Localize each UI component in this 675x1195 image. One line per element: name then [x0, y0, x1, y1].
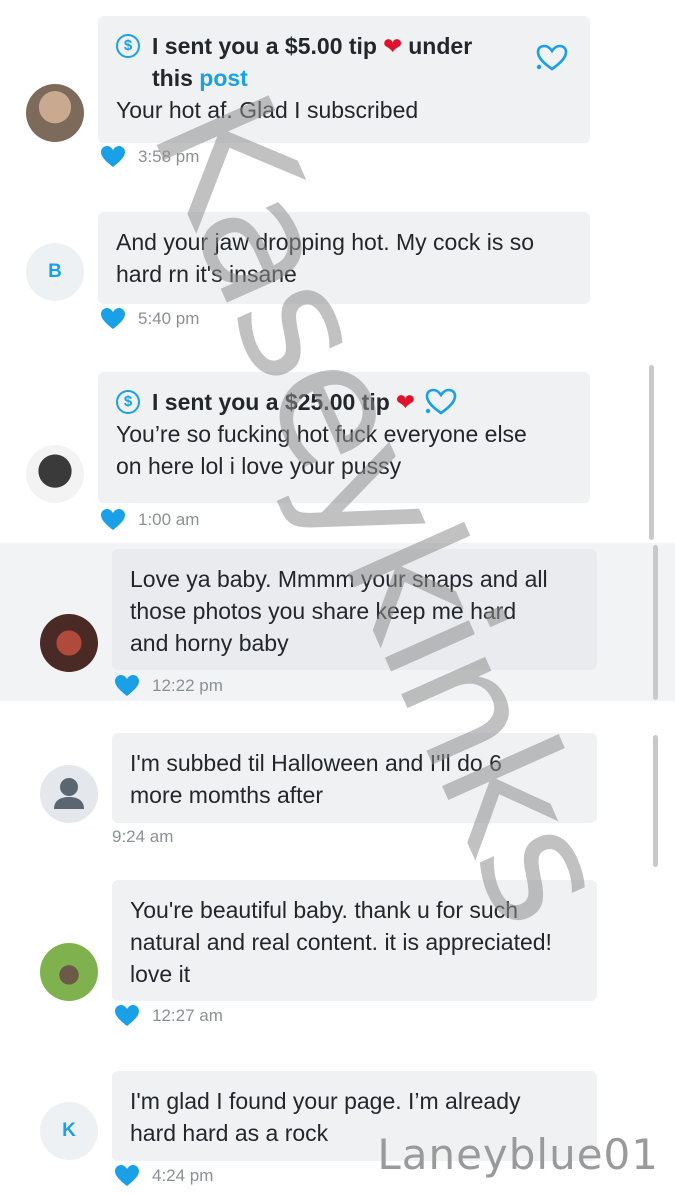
time-row: 12:27 am [114, 1004, 223, 1028]
blue-heart-icon[interactable] [100, 145, 126, 169]
blue-heart-icon[interactable] [114, 1164, 140, 1188]
message-text-line: You’re so fucking hot fuck everyone else [116, 421, 527, 447]
blue-heart-icon[interactable] [114, 674, 140, 698]
message-text-line: on here lol i love your pussy [116, 453, 402, 479]
message-bubble: $ I sent you a $5.00 tip ❤ under this post… [98, 16, 590, 143]
message-time: 12:22 pm [152, 676, 223, 695]
message-time: 9:24 am [112, 827, 174, 846]
scrollbar[interactable] [653, 735, 658, 867]
dollar-icon: $ [116, 390, 140, 414]
message-text-line: more momths after [130, 782, 323, 808]
message-bubble: I'm subbed til Halloween and I'll do 6 m… [112, 733, 597, 823]
time-row: 5:40 pm [100, 307, 199, 331]
message-text-line: Love ya baby. Mmmm your snaps and all [130, 566, 548, 592]
tip-text-line2: this [152, 65, 193, 91]
dollar-icon: $ [116, 34, 140, 58]
message-time: 4:24 pm [152, 1166, 214, 1185]
message-text-line: I'm subbed til Halloween and I'll do 6 [130, 750, 502, 776]
avatar[interactable] [26, 84, 84, 142]
like-outline-icon[interactable] [425, 388, 457, 416]
message-text-line: love it [130, 961, 191, 987]
default-avatar-icon [54, 778, 84, 809]
message-bubble: And your jaw dropping hot. My cock is so… [98, 212, 590, 304]
message-text-line: You're beautiful baby. thank u for such [130, 897, 518, 923]
avatar[interactable] [40, 765, 98, 823]
message-text: Your hot af. Glad I subscribed [116, 97, 419, 123]
message-time: 12:27 am [152, 1006, 223, 1025]
blue-heart-icon[interactable] [114, 1004, 140, 1028]
avatar[interactable] [26, 445, 84, 503]
signature: Laneyblue01 [377, 1130, 659, 1179]
message-text-line: I'm glad I found your page. I’m already [130, 1088, 521, 1114]
message-text-line: and horny baby [130, 630, 289, 656]
scrollbar[interactable] [653, 545, 658, 700]
message-bubble: Love ya baby. Mmmm your snaps and all th… [112, 549, 597, 670]
blue-heart-icon[interactable] [100, 508, 126, 532]
message-time: 1:00 am [138, 510, 200, 529]
red-heart-icon: ❤ [395, 389, 416, 415]
message-text-line: natural and real content. it is apprecia… [130, 929, 552, 955]
avatar[interactable]: K [40, 1102, 98, 1160]
avatar[interactable] [40, 943, 98, 1001]
avatar-letter: K [62, 1120, 76, 1141]
message-time: 3:58 pm [138, 147, 200, 166]
avatar[interactable]: B [26, 243, 84, 301]
time-row: 4:24 pm [114, 1164, 213, 1188]
scrollbar[interactable] [649, 365, 654, 540]
tip-suffix: under [408, 33, 473, 59]
avatar-letter: B [48, 261, 62, 282]
time-row: 3:58 pm [100, 145, 199, 169]
message-bubble: $ I sent you a $25.00 tip ❤ You’re so fuc… [98, 372, 590, 503]
tip-text: I sent you a $25.00 tip [152, 389, 390, 415]
blue-heart-icon[interactable] [100, 307, 126, 331]
message-text-line: those photos you share keep me hard [130, 598, 517, 624]
message-time: 5:40 pm [138, 309, 200, 328]
tip-line: $ I sent you a $25.00 tip ❤ [116, 386, 572, 418]
red-heart-icon: ❤ [382, 33, 403, 59]
time-row: 12:22 pm [114, 674, 223, 698]
time-row: 9:24 am [112, 827, 173, 847]
post-link[interactable]: post [199, 65, 248, 91]
time-row: 1:00 am [100, 508, 199, 532]
tip-text: I sent you a $5.00 tip [152, 33, 377, 59]
like-outline-icon[interactable] [536, 44, 568, 72]
tip-line: $ I sent you a $5.00 tip ❤ under this post [116, 30, 572, 94]
message-text-line: hard rn it's insane [116, 261, 297, 287]
avatar[interactable] [40, 614, 98, 672]
message-bubble: You're beautiful baby. thank u for such … [112, 880, 597, 1001]
message-text-line: And your jaw dropping hot. My cock is so [116, 229, 535, 255]
